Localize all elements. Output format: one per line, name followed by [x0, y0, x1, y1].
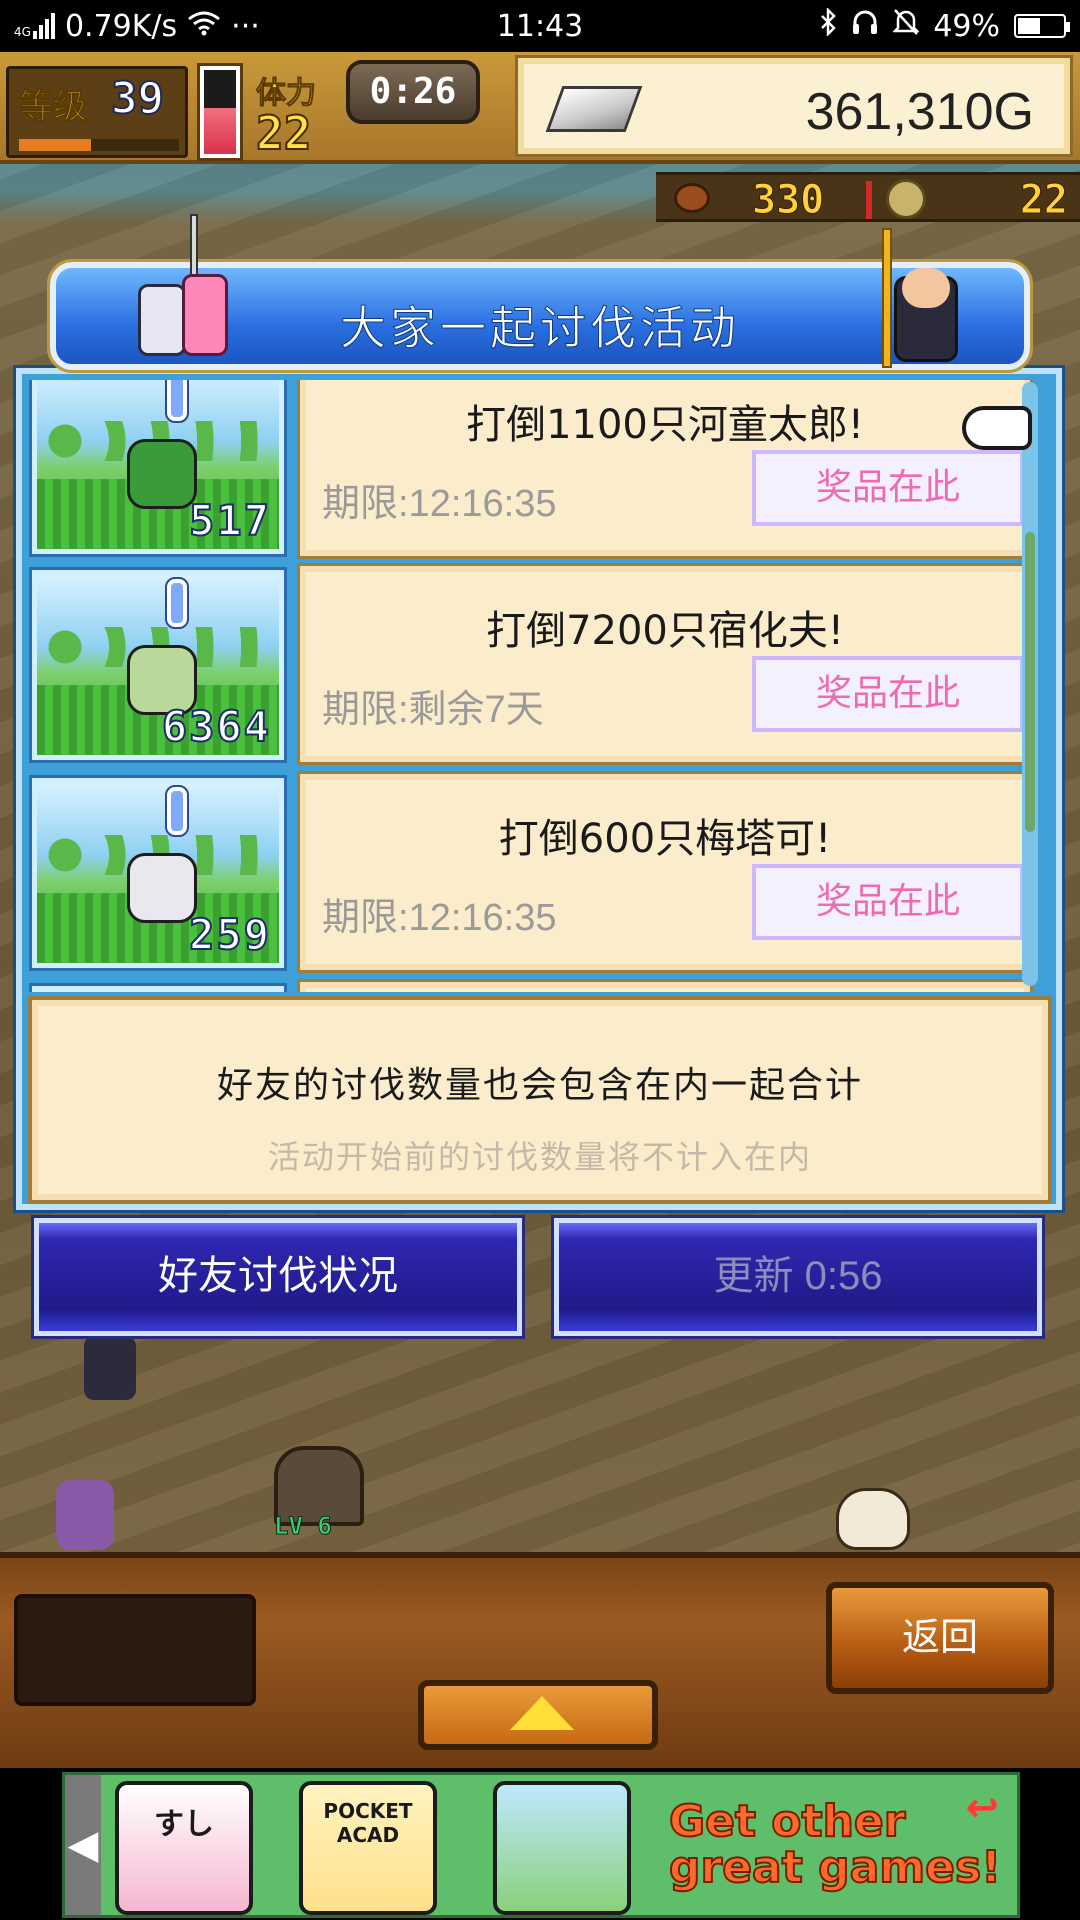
reward-button[interactable]: 奖品在此	[752, 656, 1024, 732]
monster-thumbnail: 517	[29, 380, 287, 557]
bluetooth-icon	[819, 6, 837, 44]
defeat-count: 259	[188, 909, 271, 960]
chest-level: LV 6	[274, 1512, 333, 1541]
refresh-button[interactable]: 更新 0:56	[551, 1215, 1045, 1339]
network-speed: 0.79K/s	[64, 8, 178, 44]
npc-character	[56, 1480, 114, 1550]
list-item[interactable]: 6364 打倒7200只宿化夫! 期限:剩余7天 奖品在此	[28, 563, 1033, 765]
monster-thumbnail	[29, 983, 287, 992]
quest-card: 打倒1100只河童太郎! 期限:12:16:35 奖品在此	[297, 380, 1033, 559]
quest-deadline: 期限:12:16:35	[322, 483, 557, 525]
quest-card	[297, 979, 1033, 992]
monster-icon	[127, 439, 197, 509]
network-type: 4G	[14, 25, 31, 39]
defeat-count: 517	[188, 495, 271, 546]
ad-text: Get other great games!	[668, 1796, 1002, 1893]
friends-status-button[interactable]: 好友讨伐状况	[31, 1215, 525, 1339]
level-value: 39	[110, 72, 165, 125]
quest-title: 打倒600只梅塔可!	[498, 816, 832, 862]
return-button[interactable]: 返回	[826, 1582, 1054, 1694]
medal-icon	[886, 179, 926, 219]
level-label: 等级	[19, 87, 88, 128]
character-right-icon	[874, 228, 970, 368]
wifi-icon	[187, 9, 221, 44]
quest-title: 打倒1100只河童太郎!	[466, 402, 864, 448]
level-panel: 等级 39	[6, 66, 188, 158]
up-arrow-icon	[510, 1696, 574, 1730]
alert-icon	[165, 785, 189, 837]
quest-deadline: 期限:12:16:35	[322, 897, 557, 939]
meat-icon	[674, 183, 710, 213]
top-hud: 等级 39 体力 22 0:26 361,310G	[0, 52, 1080, 164]
monster-thumbnail: 259	[29, 775, 287, 971]
headset-icon	[851, 8, 879, 44]
quest-card: 打倒600只梅塔可! 期限:12:16:35 奖品在此	[297, 771, 1033, 973]
status-bar: 4G 0.79K/s ··· 11:43 49%	[0, 0, 1080, 52]
monster-thumbnail: 6364	[29, 567, 287, 763]
hand-pointer-icon	[962, 406, 1032, 450]
battery-percent: 49%	[933, 8, 1000, 44]
quest-deadline: 期限:剩余7天	[322, 689, 544, 731]
food-value: 330	[751, 177, 825, 224]
alert-icon	[165, 577, 189, 629]
sack-icon	[836, 1488, 910, 1550]
mute-icon	[892, 8, 921, 44]
battery-icon	[1014, 14, 1070, 38]
reward-button[interactable]: 奖品在此	[752, 864, 1024, 940]
return-arrow-icon: ↩	[965, 1785, 999, 1831]
stamina-gauge	[197, 63, 243, 161]
stamina-timer: 0:26	[346, 60, 480, 124]
alert-icon	[165, 380, 189, 423]
ad-game-tile[interactable]: すし	[115, 1781, 253, 1915]
list-item[interactable]: 259 打倒600只梅塔可! 期限:12:16:35 奖品在此	[28, 771, 1033, 973]
quest-list[interactable]: 517 打倒1100只河童太郎! 期限:12:16:35 奖品在此 6364 打…	[28, 380, 1048, 992]
characters-left-icon	[138, 214, 234, 364]
expand-up-button[interactable]	[418, 1680, 658, 1750]
gold-panel: 361,310G	[515, 55, 1073, 157]
silver-ingot-icon	[545, 86, 643, 132]
ad-banner[interactable]: ◀ すし POCKET ACAD Get other great games! …	[62, 1772, 1020, 1918]
empty-slot	[14, 1594, 256, 1706]
info-sub-text: 活动开始前的讨伐数量将不计入在内	[267, 1138, 812, 1176]
resource-row: 330 22	[656, 172, 1080, 224]
reward-button[interactable]: 奖品在此	[752, 450, 1024, 526]
list-item[interactable]	[28, 979, 1033, 992]
defeat-count: 6364	[161, 701, 271, 752]
chevron-left-icon[interactable]: ◀	[65, 1775, 101, 1915]
ad-area: ◀ すし POCKET ACAD Get other great games! …	[0, 1768, 1080, 1920]
exp-bar	[19, 139, 179, 151]
info-main-text: 好友的讨伐数量也会包含在内一起合计	[216, 1065, 863, 1106]
medal-value: 22	[1019, 177, 1068, 224]
quest-card: 打倒7200只宿化夫! 期限:剩余7天 奖品在此	[297, 563, 1033, 765]
signal-icon: 4G	[14, 13, 55, 39]
list-scrollbar[interactable]	[1022, 382, 1038, 986]
ad-game-tile[interactable]	[493, 1781, 631, 1915]
gold-value: 361,310G	[805, 83, 1034, 141]
stamina-value: 22	[255, 105, 312, 161]
more-indicator: ···	[231, 8, 260, 44]
ad-game-tile[interactable]: POCKET ACAD	[299, 1781, 437, 1915]
divider	[866, 181, 872, 219]
list-item[interactable]: 517 打倒1100只河童太郎! 期限:12:16:35 奖品在此	[28, 380, 1033, 559]
info-box: 好友的讨伐数量也会包含在内一起合计 活动开始前的讨伐数量将不计入在内	[28, 996, 1052, 1204]
npc-character	[84, 1336, 136, 1400]
monster-icon	[127, 853, 197, 923]
quest-title: 打倒7200只宿化夫!	[486, 608, 844, 654]
bottom-bar: 返回	[0, 1552, 1080, 1768]
